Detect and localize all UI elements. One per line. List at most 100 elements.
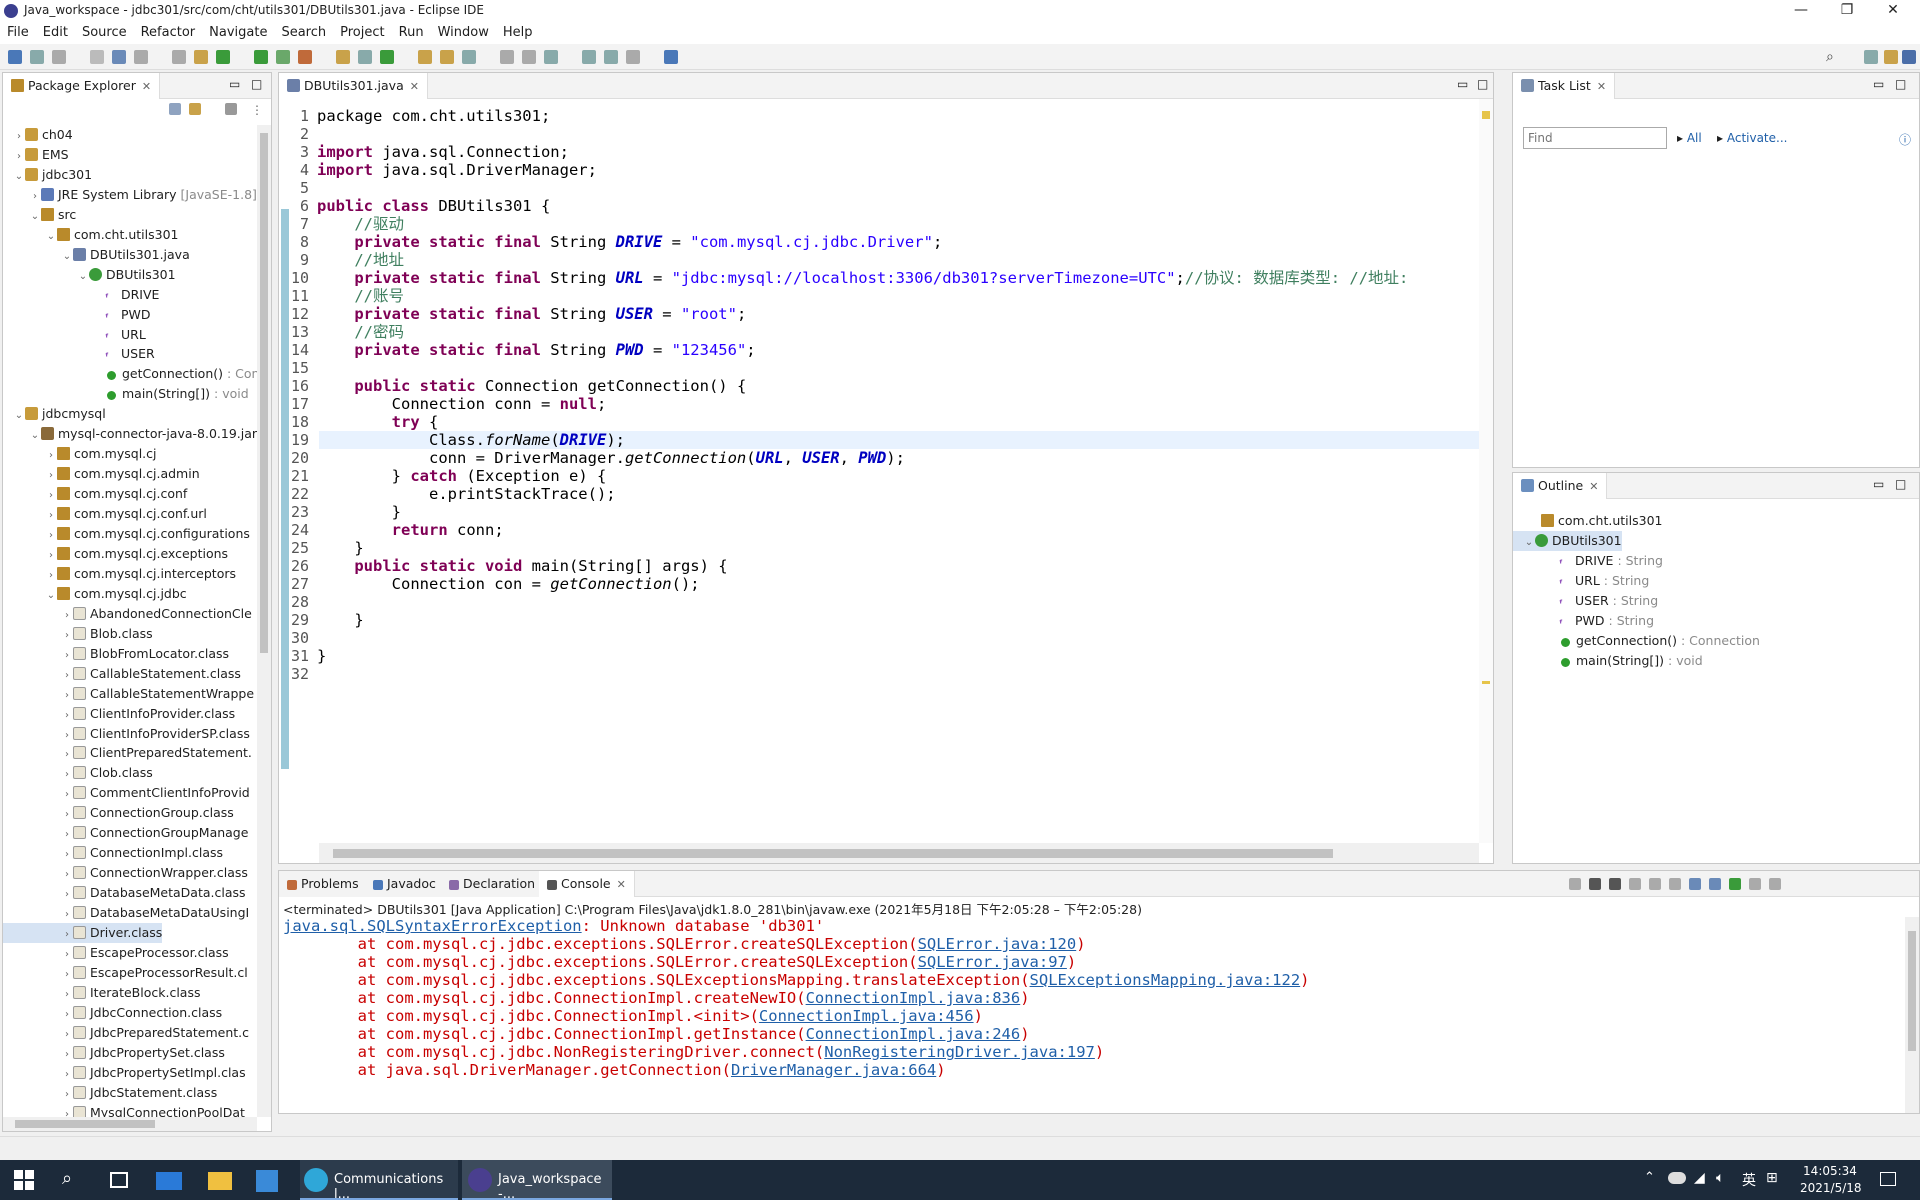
tree-item[interactable]: › ConnectionWrapper.class (3, 863, 248, 883)
tree-item[interactable]: ᶠ DRIVE (3, 285, 159, 305)
tree-item[interactable]: › Blob.class (3, 624, 153, 644)
code-line[interactable]: } (317, 503, 401, 521)
maximize-view-icon[interactable]: □ (1477, 77, 1488, 91)
console-toolbar-icon[interactable] (1569, 878, 1581, 890)
console-toolbar-icon[interactable] (1609, 878, 1621, 890)
minimize-view-icon[interactable]: ▭ (1457, 77, 1468, 91)
toolbar-icon[interactable] (216, 50, 230, 64)
minimize-button[interactable]: — (1778, 0, 1824, 22)
menu-project[interactable]: Project (333, 22, 391, 43)
tree-item[interactable]: main(String[]) : void (3, 384, 249, 404)
tree-item[interactable]: ᶠ URL (3, 325, 146, 345)
tree-item[interactable]: › EscapeProcessorResult.cl (3, 963, 248, 983)
tree-item[interactable]: › ConnectionImpl.class (3, 843, 223, 863)
toolbar-icon[interactable] (358, 50, 372, 64)
toolbar-icon[interactable] (664, 50, 678, 64)
tab-outline[interactable]: Outline ✕ (1513, 473, 1608, 499)
outline-item[interactable]: ᶠ URL : String (1513, 571, 1649, 591)
maximize-view-icon[interactable]: □ (251, 77, 262, 91)
tree-item[interactable]: ⌄ src (3, 205, 76, 225)
menu-run[interactable]: Run (392, 22, 431, 43)
outline-item[interactable]: main(String[]) : void (1513, 651, 1703, 671)
tree-item[interactable]: › ConnectionGroupManage (3, 823, 248, 843)
toolbar-icon[interactable] (134, 50, 148, 64)
code-line[interactable]: //账号 (317, 287, 404, 305)
view-menu-icon[interactable]: ⋮ (251, 103, 263, 117)
toolbar-icon[interactable] (276, 50, 290, 64)
link-with-editor-icon[interactable] (189, 103, 201, 118)
tab-console[interactable]: Console ✕ (539, 871, 635, 897)
console-toolbar-icon[interactable] (1649, 878, 1661, 890)
tree-item[interactable]: ⌄ com.mysql.cj.jdbc (3, 584, 187, 604)
tree-item[interactable]: ⌄ jdbc301 (3, 165, 92, 185)
toolbar-icon[interactable] (90, 50, 104, 64)
code-line[interactable]: Connection con = getConnection(); (317, 575, 700, 593)
tab-dbutils301-java[interactable]: DBUtils301.java ✕ (279, 73, 428, 99)
outline-item[interactable]: ⌄ DBUtils301 (1513, 531, 1622, 551)
taskbar-app-eclipse[interactable]: Java_workspace -... (462, 1160, 612, 1200)
warning-marker[interactable] (1482, 111, 1490, 119)
toolbar-icon[interactable] (544, 50, 558, 64)
tree-item[interactable]: › JdbcPropertySetImpl.clas (3, 1063, 246, 1083)
console-toolbar-icon[interactable] (1589, 878, 1601, 890)
close-icon[interactable]: ✕ (1597, 80, 1606, 93)
restore-button[interactable]: ❐ (1824, 0, 1870, 22)
stacktrace-link[interactable]: SQLExceptionsMapping.java:122 (1030, 971, 1301, 989)
chevron-up-icon[interactable]: ⌃ (1644, 1170, 1655, 1185)
tree-item[interactable]: › Driver.class (3, 923, 163, 943)
tree-item[interactable]: › DatabaseMetaDataUsingI (3, 903, 249, 923)
tree-item[interactable]: › EMS (3, 145, 69, 165)
toolbar-icon[interactable] (336, 50, 350, 64)
code-line[interactable]: package com.cht.utils301; (317, 107, 550, 125)
console-toolbar-icon[interactable] (1769, 878, 1781, 890)
tree-item[interactable]: › com.mysql.cj.configurations (3, 524, 250, 544)
network-icon[interactable]: ◢ (1694, 1170, 1705, 1186)
mail-icon[interactable] (156, 1172, 182, 1190)
tree-item[interactable]: › ClientInfoProvider.class (3, 704, 235, 724)
code-line[interactable]: private static final String URL = "jdbc:… (317, 269, 1408, 287)
scrollbar-thumb[interactable] (333, 849, 1333, 858)
tree-item[interactable]: ⌄ com.cht.utils301 (3, 225, 179, 245)
menu-search[interactable]: Search (274, 22, 333, 43)
code-line[interactable]: try { (317, 413, 439, 431)
filter-icon[interactable] (225, 103, 237, 118)
tree-item[interactable]: ⌄ DBUtils301.java (3, 245, 190, 265)
code-line[interactable]: private static final String PWD = "12345… (317, 341, 755, 359)
maximize-view-icon[interactable]: □ (1895, 77, 1906, 91)
toolbar-icon[interactable] (172, 50, 186, 64)
minimize-view-icon[interactable]: ▭ (1873, 77, 1884, 91)
tree-item[interactable]: › ConnectionGroup.class (3, 803, 234, 823)
code-line[interactable]: } (317, 539, 363, 557)
file-explorer-icon[interactable] (208, 1172, 232, 1190)
package-explorer-vscrollbar[interactable] (257, 125, 271, 1117)
code-line[interactable]: Connection conn = null; (317, 395, 607, 413)
outline-item[interactable]: getConnection() : Connection (1513, 631, 1760, 651)
tree-item[interactable]: › CallableStatementWrappe (3, 684, 254, 704)
collapse-all-icon[interactable] (169, 103, 181, 118)
tree-item[interactable]: › JdbcPropertySet.class (3, 1043, 225, 1063)
package-explorer-hscrollbar[interactable] (3, 1117, 257, 1131)
tree-item[interactable]: › ClientInfoProviderSP.class (3, 724, 250, 744)
tab-task-list[interactable]: Task List ✕ (1513, 73, 1616, 99)
tree-item[interactable]: › MysqlConnectionPoolDat (3, 1103, 245, 1117)
console-vscrollbar[interactable] (1905, 917, 1919, 1113)
minimize-view-icon[interactable]: ▭ (1873, 477, 1884, 491)
tree-item[interactable]: › EscapeProcessor.class (3, 943, 229, 963)
tree-item[interactable]: getConnection() : Conn (3, 364, 257, 384)
task-filter-all[interactable]: ▸ All (1677, 131, 1702, 145)
toolbar-icon[interactable] (112, 50, 126, 64)
cloud-icon[interactable] (1668, 1172, 1686, 1184)
close-icon[interactable]: ✕ (1589, 480, 1598, 493)
code-line[interactable]: public static void main(String[] args) { (317, 557, 727, 575)
tab-javadoc[interactable]: Javadoc (365, 871, 445, 897)
keyboard-grid-icon[interactable]: ⊞ (1766, 1170, 1778, 1186)
taskbar-app-edge[interactable]: Communications l... (300, 1160, 458, 1200)
toolbar-icon[interactable] (254, 50, 268, 64)
close-window-button[interactable]: ✕ (1870, 0, 1916, 22)
tab-declaration[interactable]: Declaration (441, 871, 545, 897)
console-toolbar-icon[interactable] (1689, 878, 1701, 890)
store-icon[interactable] (256, 1170, 278, 1192)
editor-hscrollbar[interactable] (319, 843, 1479, 863)
menu-refactor[interactable]: Refactor (134, 22, 203, 43)
code-line[interactable]: e.printStackTrace(); (317, 485, 616, 503)
